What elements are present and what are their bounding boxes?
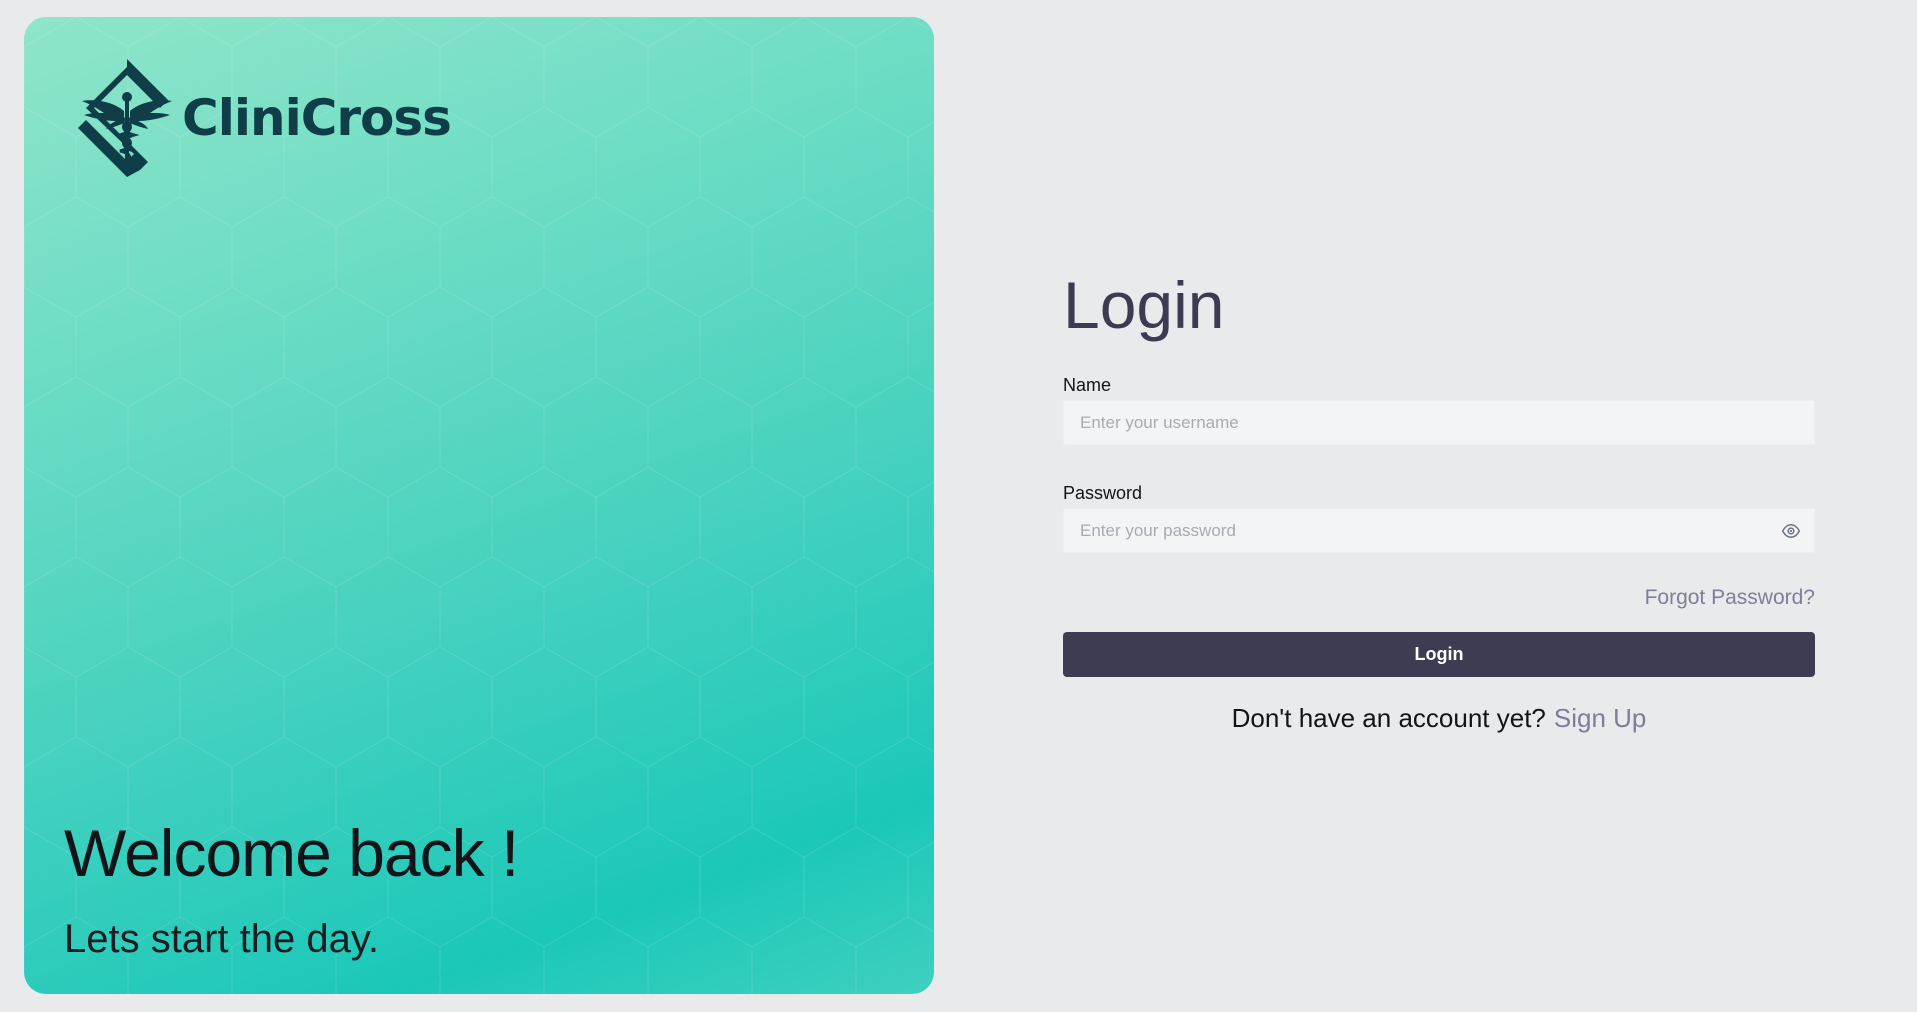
brand: CliniCross: [64, 55, 452, 181]
login-form: Login Name Password Forgot Password? Log…: [1063, 260, 1815, 734]
login-page: CliniCross Welcome back ! Lets start the…: [0, 0, 1917, 1012]
name-field-container: [1063, 400, 1815, 445]
sign-up-link[interactable]: Sign Up: [1554, 703, 1647, 733]
password-label: Password: [1063, 483, 1143, 503]
brand-name: CliniCross: [182, 89, 452, 147]
signup-prompt: Don't have an account yet? Sign Up: [1063, 703, 1815, 734]
welcome-title: Welcome back !: [64, 816, 519, 890]
username-input[interactable]: [1064, 401, 1814, 444]
welcome-subtitle: Lets start the day.: [64, 917, 379, 961]
password-field-container: [1063, 508, 1815, 553]
eye-icon[interactable]: [1780, 521, 1802, 541]
hero-panel: CliniCross Welcome back ! Lets start the…: [24, 17, 934, 994]
caduceus-diamond-icon: [78, 59, 172, 177]
login-title: Login: [1063, 268, 1225, 342]
no-account-text: Don't have an account yet?: [1231, 703, 1546, 733]
forgot-password-link[interactable]: Forgot Password?: [1063, 586, 1815, 610]
password-input[interactable]: [1064, 509, 1814, 552]
name-label: Name: [1063, 375, 1112, 395]
login-button[interactable]: Login: [1063, 632, 1815, 677]
